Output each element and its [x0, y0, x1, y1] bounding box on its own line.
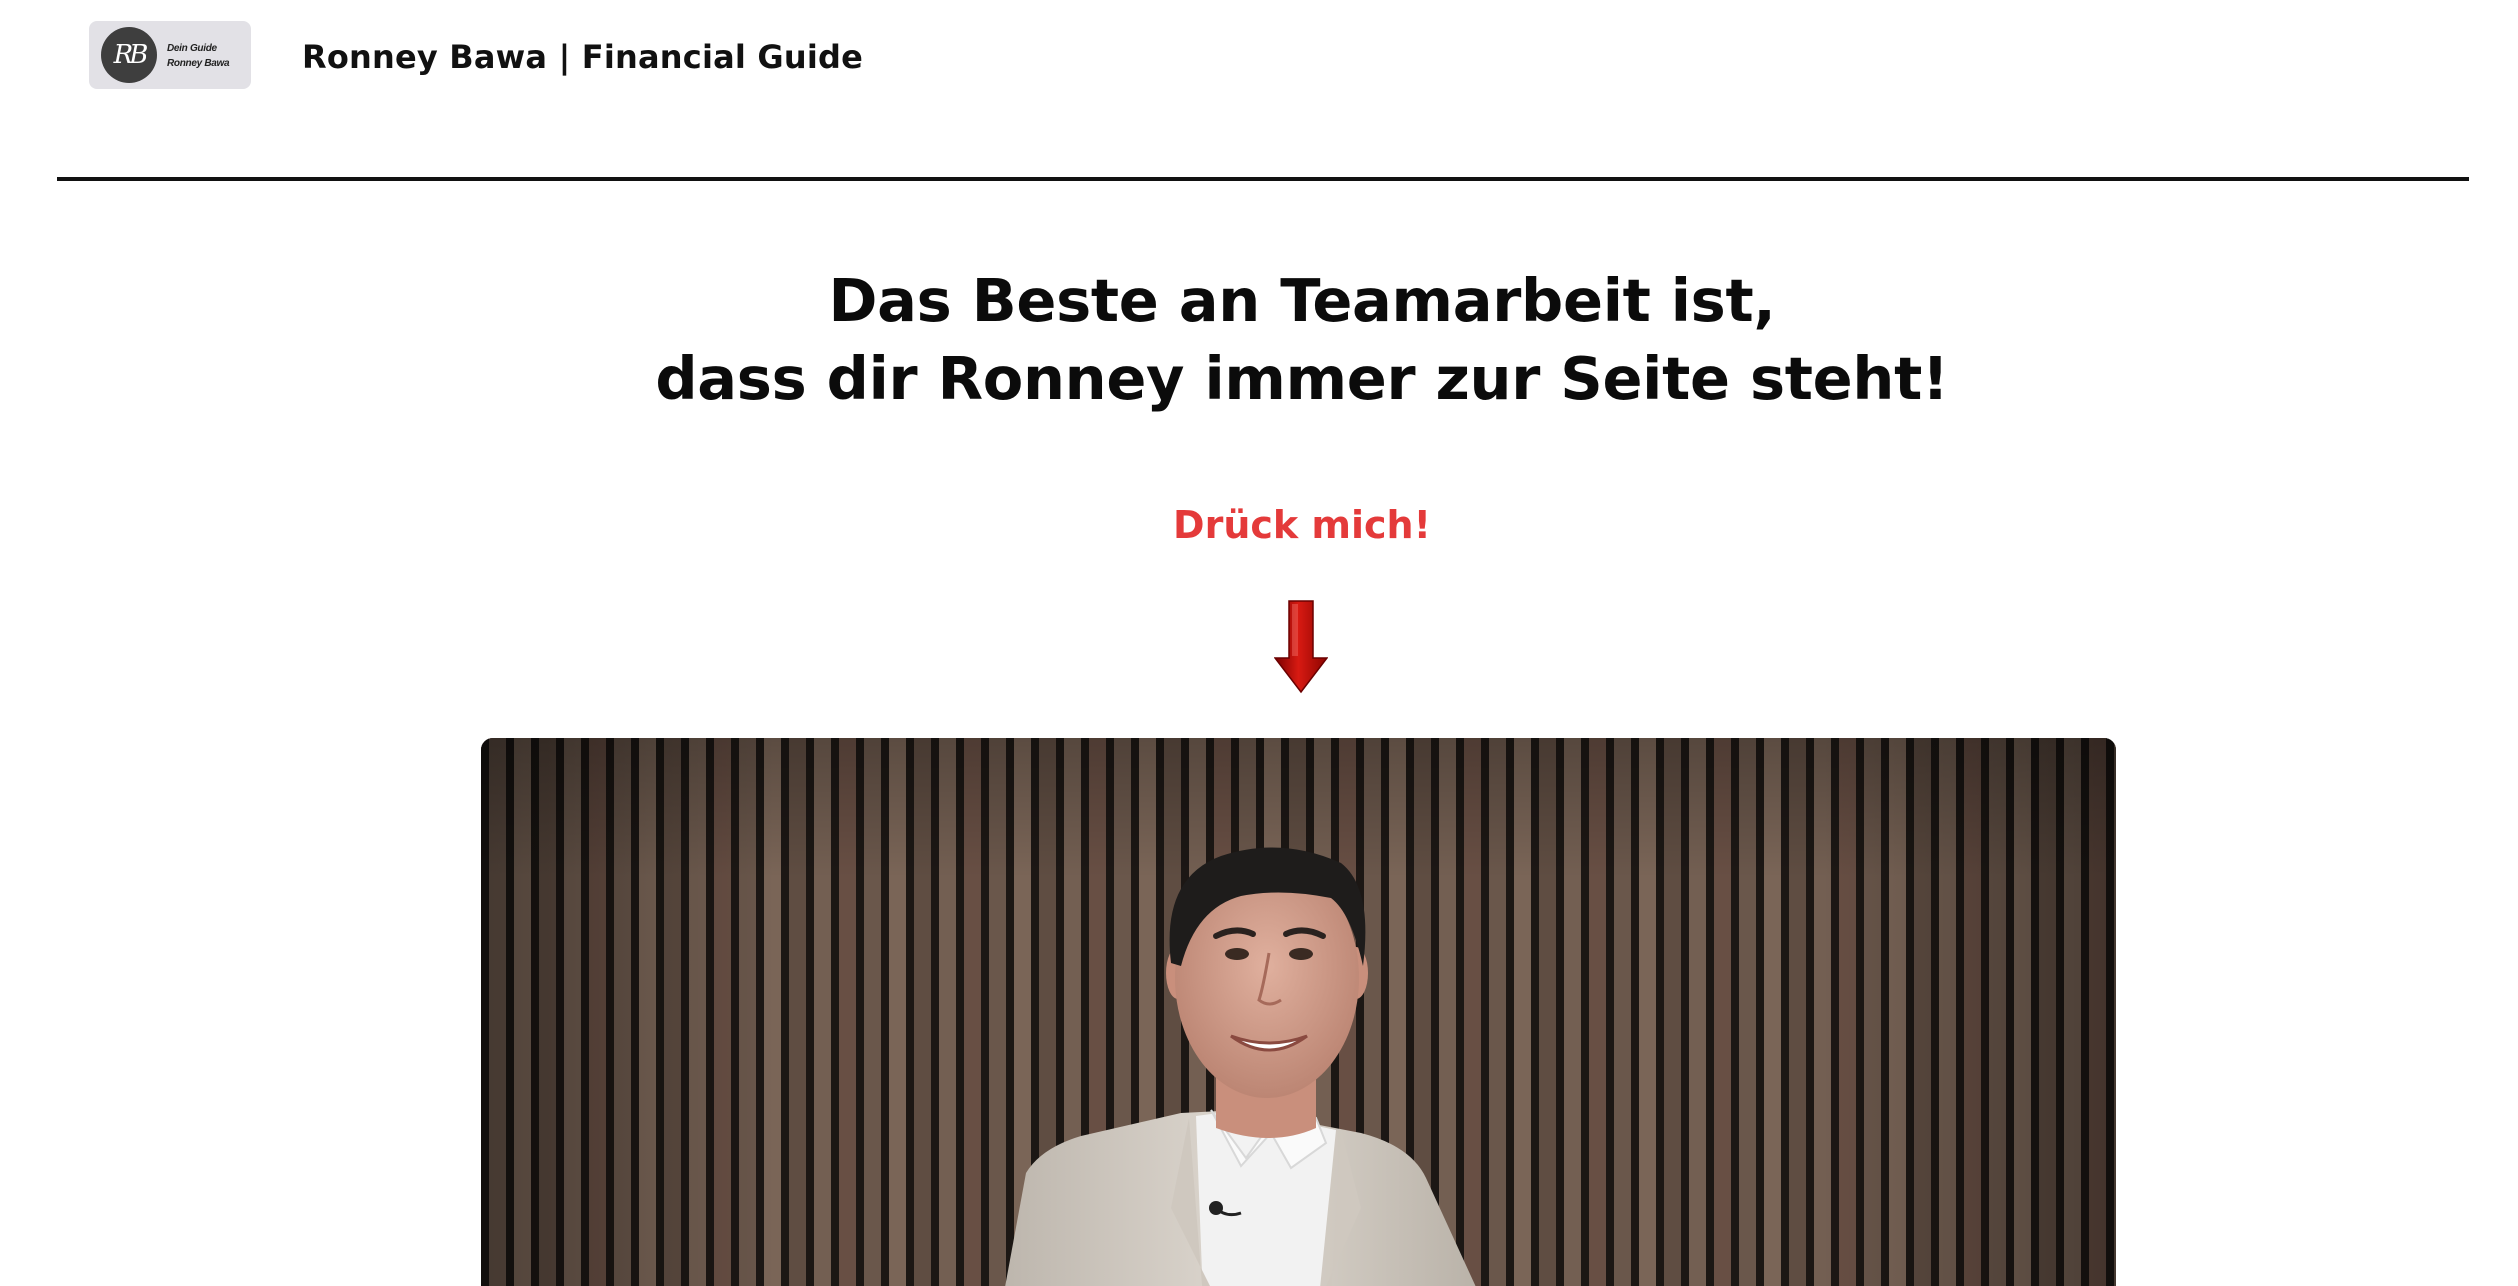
video-player[interactable] [481, 738, 2116, 1286]
site-title-link[interactable]: Ronney Bawa | Financial Guide [302, 36, 863, 78]
header-divider [57, 177, 2469, 181]
headline-line-1: Das Beste an Teamarbeit ist, [828, 266, 1776, 335]
logo-tagline-line2: Ronney Bawa [167, 58, 230, 69]
presenter-video-thumbnail [481, 738, 2116, 1286]
landing-page: RB Dein Guide Ronney Bawa Ronney Bawa | … [0, 0, 2518, 1286]
site-header: RB Dein Guide Ronney Bawa Ronney Bawa | … [0, 0, 2518, 120]
logo-tagline-line1: Dein Guide [167, 43, 217, 54]
page-headline: Das Beste an Teamarbeit ist, dass dir Ro… [0, 262, 2518, 418]
monogram-circle-icon: RB [101, 27, 157, 83]
logo-monogram: RB [113, 40, 149, 70]
site-logo[interactable]: RB Dein Guide Ronney Bawa [89, 21, 251, 89]
press-me-link[interactable]: Drück mich! [1102, 498, 1502, 552]
arrow-down-icon [1274, 600, 1328, 694]
logo-tagline: Dein Guide Ronney Bawa [167, 41, 249, 71]
headline-line-2: dass dir Ronney immer zur Seite steht! [655, 344, 1949, 413]
